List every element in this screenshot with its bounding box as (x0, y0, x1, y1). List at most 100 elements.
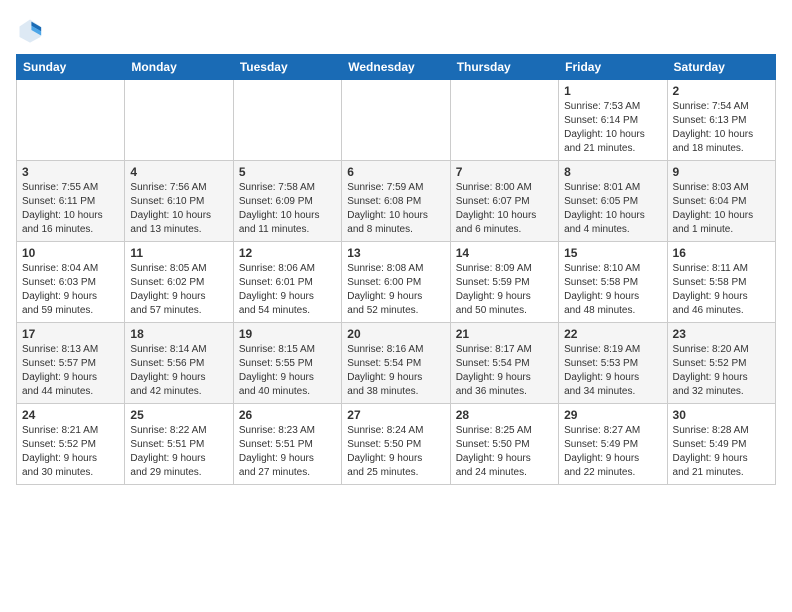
calendar-cell: 28 Sunrise: 8:25 AM Sunset: 5:50 PM Dayli… (450, 404, 558, 485)
calendar-cell: 12 Sunrise: 8:06 AM Sunset: 6:01 PM Dayli… (233, 242, 341, 323)
calendar-cell: 17 Sunrise: 8:13 AM Sunset: 5:57 PM Dayli… (17, 323, 125, 404)
header (16, 16, 776, 44)
calendar-cell: 18 Sunrise: 8:14 AM Sunset: 5:56 PM Dayli… (125, 323, 233, 404)
day-number: 18 (130, 327, 227, 341)
week-row-3: 17 Sunrise: 8:13 AM Sunset: 5:57 PM Dayli… (17, 323, 776, 404)
calendar-cell: 22 Sunrise: 8:19 AM Sunset: 5:53 PM Dayli… (559, 323, 667, 404)
calendar-cell: 15 Sunrise: 8:10 AM Sunset: 5:58 PM Dayli… (559, 242, 667, 323)
day-info: Sunrise: 8:16 AM Sunset: 5:54 PM Dayligh… (347, 343, 444, 399)
calendar-cell: 3 Sunrise: 7:55 AM Sunset: 6:11 PM Daylig… (17, 161, 125, 242)
day-info: Sunrise: 8:13 AM Sunset: 5:57 PM Dayligh… (22, 343, 119, 399)
calendar-cell: 24 Sunrise: 8:21 AM Sunset: 5:52 PM Dayli… (17, 404, 125, 485)
calendar-cell (450, 80, 558, 161)
day-header-monday: Monday (125, 55, 233, 80)
calendar-cell: 23 Sunrise: 8:20 AM Sunset: 5:52 PM Dayli… (667, 323, 775, 404)
day-info: Sunrise: 8:23 AM Sunset: 5:51 PM Dayligh… (239, 424, 336, 480)
calendar-cell: 2Sunrise: 7:54 AM Sunset: 6:13 PM Daylig… (667, 80, 775, 161)
calendar-cell: 19Sunrise: 8:15 AM Sunset: 5:55 PM Dayli… (233, 323, 341, 404)
week-row-1: 3 Sunrise: 7:55 AM Sunset: 6:11 PM Daylig… (17, 161, 776, 242)
day-info: Sunrise: 8:17 AM Sunset: 5:54 PM Dayligh… (456, 343, 553, 399)
day-header-friday: Friday (559, 55, 667, 80)
day-number: 4 (130, 165, 227, 179)
day-info: Sunrise: 8:28 AM Sunset: 5:49 PM Dayligh… (673, 424, 770, 480)
calendar-cell: 4Sunrise: 7:56 AM Sunset: 6:10 PM Daylig… (125, 161, 233, 242)
day-number: 2 (673, 84, 770, 98)
day-info: Sunrise: 8:09 AM Sunset: 5:59 PM Dayligh… (456, 262, 553, 318)
day-info: Sunrise: 8:20 AM Sunset: 5:52 PM Dayligh… (673, 343, 770, 399)
day-number: 8 (564, 165, 661, 179)
logo-icon (16, 16, 44, 44)
calendar-cell: 30 Sunrise: 8:28 AM Sunset: 5:49 PM Dayli… (667, 404, 775, 485)
day-info: Sunrise: 8:04 AM Sunset: 6:03 PM Dayligh… (22, 262, 119, 318)
day-info: Sunrise: 8:10 AM Sunset: 5:58 PM Dayligh… (564, 262, 661, 318)
calendar-cell: 16 Sunrise: 8:11 AM Sunset: 5:58 PM Dayli… (667, 242, 775, 323)
calendar-cell: 14 Sunrise: 8:09 AM Sunset: 5:59 PM Dayli… (450, 242, 558, 323)
day-number: 15 (564, 246, 661, 260)
calendar-cell: 26 Sunrise: 8:23 AM Sunset: 5:51 PM Dayli… (233, 404, 341, 485)
day-info: Sunrise: 7:58 AM Sunset: 6:09 PM Dayligh… (239, 181, 336, 237)
calendar-cell: 1 Sunrise: 7:53 AM Sunset: 6:14 PM Daylig… (559, 80, 667, 161)
calendar-cell: 11Sunrise: 8:05 AM Sunset: 6:02 PM Dayli… (125, 242, 233, 323)
day-number: 1 (564, 84, 661, 98)
day-number: 16 (673, 246, 770, 260)
logo (16, 16, 48, 44)
calendar-cell: 5 Sunrise: 7:58 AM Sunset: 6:09 PM Daylig… (233, 161, 341, 242)
day-info: Sunrise: 8:22 AM Sunset: 5:51 PM Dayligh… (130, 424, 227, 480)
day-number: 12 (239, 246, 336, 260)
calendar-table: SundayMondayTuesdayWednesdayThursdayFrid… (16, 54, 776, 485)
calendar-cell: 8 Sunrise: 8:01 AM Sunset: 6:05 PM Daylig… (559, 161, 667, 242)
day-number: 17 (22, 327, 119, 341)
calendar-cell: 21 Sunrise: 8:17 AM Sunset: 5:54 PM Dayli… (450, 323, 558, 404)
day-header-sunday: Sunday (17, 55, 125, 80)
day-header-wednesday: Wednesday (342, 55, 450, 80)
day-number: 29 (564, 408, 661, 422)
day-number: 23 (673, 327, 770, 341)
day-info: Sunrise: 8:25 AM Sunset: 5:50 PM Dayligh… (456, 424, 553, 480)
calendar-cell: 10Sunrise: 8:04 AM Sunset: 6:03 PM Dayli… (17, 242, 125, 323)
day-number: 26 (239, 408, 336, 422)
day-number: 7 (456, 165, 553, 179)
calendar-cell: 6 Sunrise: 7:59 AM Sunset: 6:08 PM Daylig… (342, 161, 450, 242)
calendar-cell: 9Sunrise: 8:03 AM Sunset: 6:04 PM Daylig… (667, 161, 775, 242)
day-info: Sunrise: 8:05 AM Sunset: 6:02 PM Dayligh… (130, 262, 227, 318)
day-number: 6 (347, 165, 444, 179)
day-info: Sunrise: 7:53 AM Sunset: 6:14 PM Dayligh… (564, 100, 661, 156)
day-info: Sunrise: 8:14 AM Sunset: 5:56 PM Dayligh… (130, 343, 227, 399)
day-header-thursday: Thursday (450, 55, 558, 80)
calendar-cell: 7 Sunrise: 8:00 AM Sunset: 6:07 PM Daylig… (450, 161, 558, 242)
day-info: Sunrise: 8:01 AM Sunset: 6:05 PM Dayligh… (564, 181, 661, 237)
day-info: Sunrise: 7:55 AM Sunset: 6:11 PM Dayligh… (22, 181, 119, 237)
day-header-saturday: Saturday (667, 55, 775, 80)
day-number: 27 (347, 408, 444, 422)
calendar-cell: 20 Sunrise: 8:16 AM Sunset: 5:54 PM Dayli… (342, 323, 450, 404)
day-number: 19 (239, 327, 336, 341)
calendar-cell (125, 80, 233, 161)
day-header-tuesday: Tuesday (233, 55, 341, 80)
day-info: Sunrise: 8:08 AM Sunset: 6:00 PM Dayligh… (347, 262, 444, 318)
day-number: 14 (456, 246, 553, 260)
day-number: 22 (564, 327, 661, 341)
day-number: 20 (347, 327, 444, 341)
week-row-4: 24 Sunrise: 8:21 AM Sunset: 5:52 PM Dayli… (17, 404, 776, 485)
day-info: Sunrise: 7:59 AM Sunset: 6:08 PM Dayligh… (347, 181, 444, 237)
calendar-cell (233, 80, 341, 161)
calendar-cell (342, 80, 450, 161)
day-info: Sunrise: 8:19 AM Sunset: 5:53 PM Dayligh… (564, 343, 661, 399)
calendar-cell: 29 Sunrise: 8:27 AM Sunset: 5:49 PM Dayli… (559, 404, 667, 485)
header-row: SundayMondayTuesdayWednesdayThursdayFrid… (17, 55, 776, 80)
day-number: 5 (239, 165, 336, 179)
day-number: 21 (456, 327, 553, 341)
calendar-cell (17, 80, 125, 161)
day-number: 24 (22, 408, 119, 422)
week-row-0: 1 Sunrise: 7:53 AM Sunset: 6:14 PM Daylig… (17, 80, 776, 161)
day-info: Sunrise: 8:21 AM Sunset: 5:52 PM Dayligh… (22, 424, 119, 480)
day-number: 30 (673, 408, 770, 422)
day-number: 28 (456, 408, 553, 422)
day-info: Sunrise: 8:27 AM Sunset: 5:49 PM Dayligh… (564, 424, 661, 480)
day-info: Sunrise: 8:24 AM Sunset: 5:50 PM Dayligh… (347, 424, 444, 480)
day-number: 3 (22, 165, 119, 179)
day-info: Sunrise: 8:06 AM Sunset: 6:01 PM Dayligh… (239, 262, 336, 318)
day-info: Sunrise: 8:11 AM Sunset: 5:58 PM Dayligh… (673, 262, 770, 318)
day-info: Sunrise: 8:00 AM Sunset: 6:07 PM Dayligh… (456, 181, 553, 237)
calendar-cell: 13Sunrise: 8:08 AM Sunset: 6:00 PM Dayli… (342, 242, 450, 323)
